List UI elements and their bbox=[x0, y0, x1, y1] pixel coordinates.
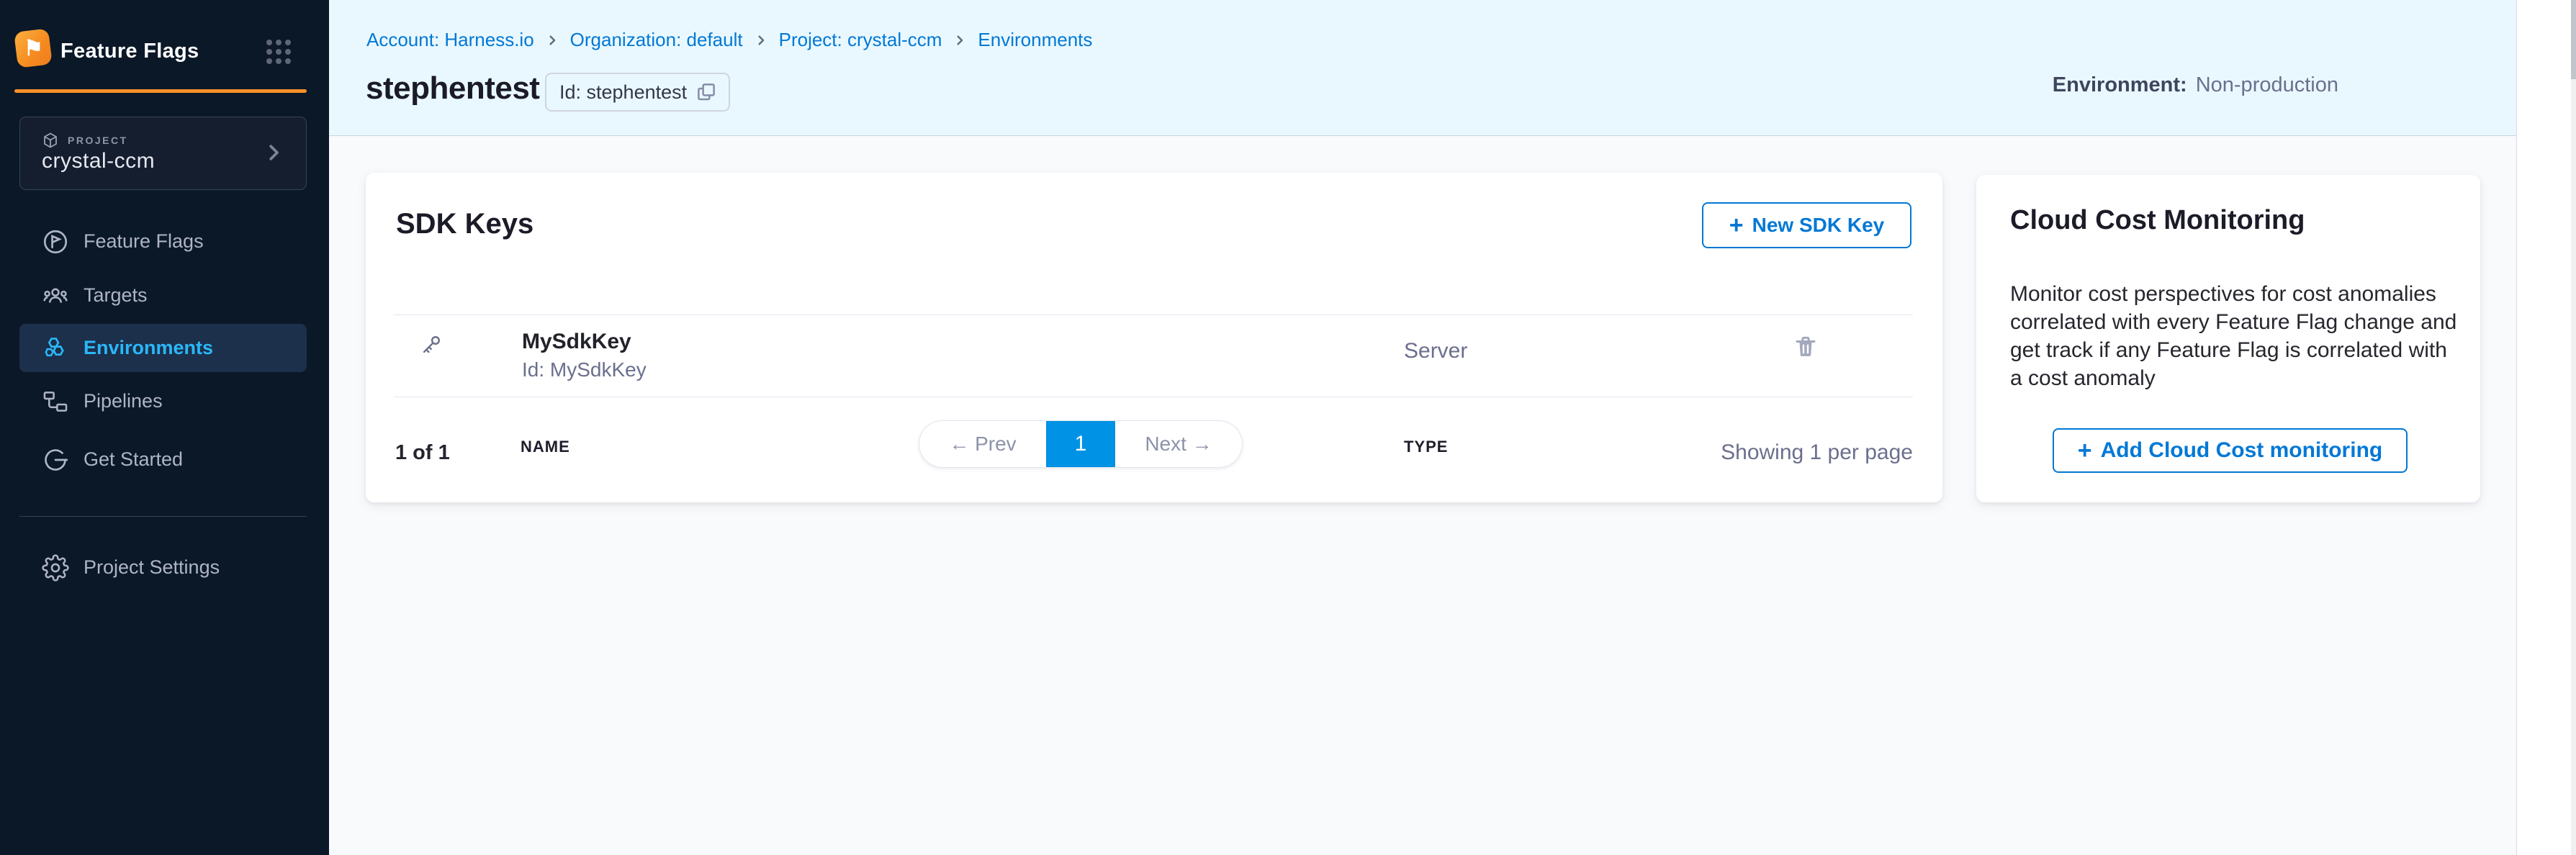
screen: ⚑ Feature Flags PROJECT crystal-ccm bbox=[0, 0, 2576, 855]
pagination-page-1-button[interactable]: 1 bbox=[1046, 421, 1115, 467]
cloud-cost-title: Cloud Cost Monitoring bbox=[2010, 205, 2305, 236]
cloud-cost-description: Monitor cost perspectives for cost anoma… bbox=[2010, 280, 2464, 392]
environments-icon bbox=[42, 335, 69, 362]
environment-type-value: Non-production bbox=[2196, 73, 2338, 97]
environment-id-text: Id: stephentest bbox=[559, 81, 687, 104]
sdk-key-name: MySdkKey bbox=[522, 330, 631, 354]
get-started-icon bbox=[42, 446, 69, 474]
sidebar-item-environments[interactable]: Environments bbox=[19, 324, 307, 372]
module-accent-bar bbox=[14, 89, 307, 93]
column-header-name: NAME bbox=[521, 438, 570, 456]
sidebar-item-get-started[interactable]: Get Started bbox=[19, 435, 307, 484]
module-switcher-grid-icon[interactable] bbox=[266, 40, 294, 64]
copy-icon[interactable] bbox=[695, 81, 717, 103]
pipelines-icon bbox=[42, 388, 69, 415]
breadcrumb-account[interactable]: Account: Harness.io bbox=[366, 29, 534, 51]
gear-icon bbox=[42, 554, 69, 582]
sidebar-item-label: Get Started bbox=[84, 448, 183, 471]
pagination: ← Prev 1 Next → bbox=[919, 420, 1243, 468]
pagination-next-button[interactable]: Next → bbox=[1115, 421, 1242, 467]
pagination-summary: 1 of 1 bbox=[395, 429, 450, 476]
cube-icon bbox=[42, 132, 59, 149]
main-content: SDK Keys + New SDK Key NAME TYPE MySdkKe… bbox=[329, 136, 2516, 855]
environment-type: Environment: Non-production bbox=[2053, 73, 2338, 97]
scrollbar-track[interactable] bbox=[2571, 0, 2576, 855]
breadcrumb-project[interactable]: Project: crystal-ccm bbox=[779, 29, 942, 51]
targets-icon bbox=[42, 282, 69, 309]
right-gutter bbox=[2516, 0, 2576, 855]
plus-icon: + bbox=[1729, 213, 1744, 238]
breadcrumb: Account: Harness.io Organization: defaul… bbox=[366, 29, 1092, 51]
chevron-right-icon bbox=[263, 142, 284, 163]
new-sdk-key-button[interactable]: + New SDK Key bbox=[1702, 202, 1911, 248]
plus-icon: + bbox=[2078, 438, 2092, 463]
pagination-per-page-text: Showing 1 per page bbox=[1721, 429, 1913, 476]
sidebar-item-project-settings[interactable]: Project Settings bbox=[19, 543, 307, 592]
feature-flags-icon bbox=[42, 228, 69, 255]
add-cloud-cost-monitoring-button[interactable]: + Add Cloud Cost monitoring bbox=[2053, 428, 2408, 473]
sidebar-item-label: Environments bbox=[84, 337, 213, 359]
page-title: stephentest bbox=[366, 71, 539, 107]
sidebar-item-label: Targets bbox=[84, 284, 148, 307]
page-header: Account: Harness.io Organization: defaul… bbox=[329, 0, 2516, 136]
sidebar: ⚑ Feature Flags PROJECT crystal-ccm bbox=[0, 0, 329, 855]
sdk-keys-card: SDK Keys + New SDK Key NAME TYPE MySdkKe… bbox=[366, 173, 1942, 502]
column-header-type: TYPE bbox=[1404, 438, 1448, 456]
chevron-right-icon bbox=[755, 34, 767, 47]
environment-type-label: Environment: bbox=[2053, 73, 2187, 97]
sidebar-item-feature-flags[interactable]: Feature Flags bbox=[19, 217, 307, 266]
harness-feature-flags-logo[interactable]: ⚑ bbox=[14, 28, 53, 68]
project-selector[interactable]: PROJECT crystal-ccm bbox=[19, 117, 307, 190]
environment-id-badge[interactable]: Id: stephentest bbox=[545, 73, 730, 112]
sidebar-item-label: Project Settings bbox=[84, 556, 220, 579]
sidebar-item-label: Feature Flags bbox=[84, 230, 204, 253]
project-name: crystal-ccm bbox=[42, 149, 155, 173]
breadcrumb-environments[interactable]: Environments bbox=[978, 29, 1092, 51]
sdk-key-id: Id: MySdkKey bbox=[522, 358, 647, 381]
sdk-key-type: Server bbox=[1404, 339, 1467, 363]
sidebar-item-pipelines[interactable]: Pipelines bbox=[19, 377, 307, 425]
sidebar-divider bbox=[19, 516, 307, 517]
project-label: PROJECT bbox=[68, 135, 128, 146]
pagination-prev-button[interactable]: ← Prev bbox=[919, 421, 1046, 467]
scrollbar-thumb[interactable] bbox=[2571, 0, 2576, 79]
breadcrumb-organization[interactable]: Organization: default bbox=[570, 29, 743, 51]
flag-logo-icon: ⚑ bbox=[24, 36, 43, 61]
sdk-key-icon bbox=[419, 332, 443, 357]
sidebar-item-label: Pipelines bbox=[84, 390, 163, 412]
chevron-right-icon bbox=[953, 34, 966, 47]
sidebar-item-targets[interactable]: Targets bbox=[19, 271, 307, 320]
sdk-keys-title: SDK Keys bbox=[396, 208, 533, 240]
delete-sdk-key-button[interactable] bbox=[1790, 331, 1821, 363]
cloud-cost-monitoring-card: Cloud Cost Monitoring Monitor cost persp… bbox=[1976, 175, 2480, 502]
module-title: Feature Flags bbox=[60, 40, 199, 63]
chevron-right-icon bbox=[546, 34, 559, 47]
